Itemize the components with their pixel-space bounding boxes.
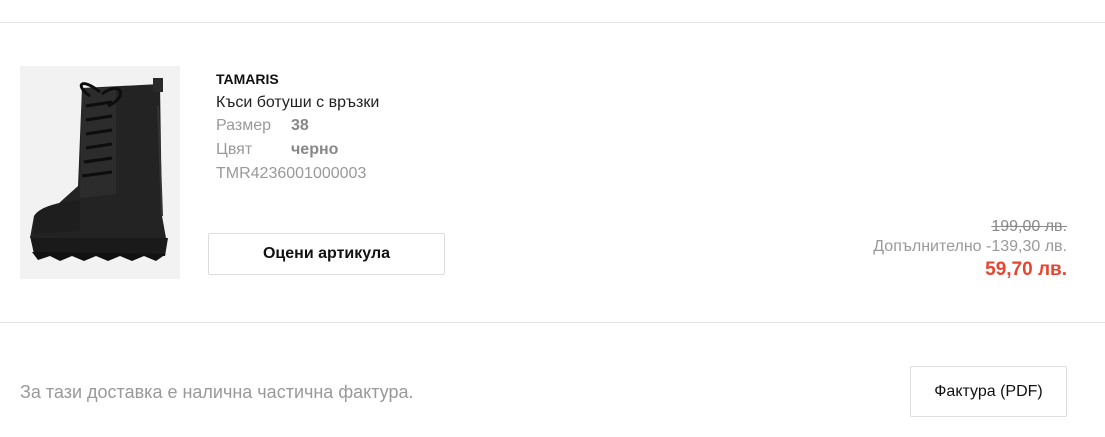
product-brand[interactable]: TAMARIS (216, 69, 379, 89)
invoice-note: За тази доставка е налична частична факт… (20, 382, 414, 402)
boot-image (30, 78, 168, 261)
product-image[interactable] (20, 66, 180, 279)
product-info: TAMARIS Къси ботуши с връзки Размер 38 Цв… (216, 69, 379, 186)
product-name[interactable]: Къси ботуши с връзки (216, 92, 379, 114)
price-block: 199,00 лв. Допълнително -139,30 лв. 59,7… (873, 217, 1067, 283)
size-value: 38 (291, 117, 309, 134)
product-sku: TMR4236001000003 (216, 165, 367, 182)
old-price: 199,00 лв. (991, 218, 1067, 235)
rate-item-button[interactable]: Оцени артикула (208, 233, 445, 275)
color-value: черно (291, 141, 339, 158)
order-item-page: TAMARIS Къси ботуши с връзки Размер 38 Цв… (0, 0, 1105, 437)
size-label: Размер (216, 117, 271, 134)
invoice-pdf-button[interactable]: Фактура (PDF) (910, 366, 1067, 417)
top-divider (0, 22, 1105, 23)
color-row: Цвят черно (216, 138, 379, 162)
final-price: 59,70 лв. (985, 259, 1067, 280)
size-row: Размер 38 (216, 114, 379, 138)
color-label: Цвят (216, 141, 253, 158)
middle-divider (0, 322, 1105, 323)
extra-discount: Допълнително -139,30 лв. (873, 238, 1067, 255)
